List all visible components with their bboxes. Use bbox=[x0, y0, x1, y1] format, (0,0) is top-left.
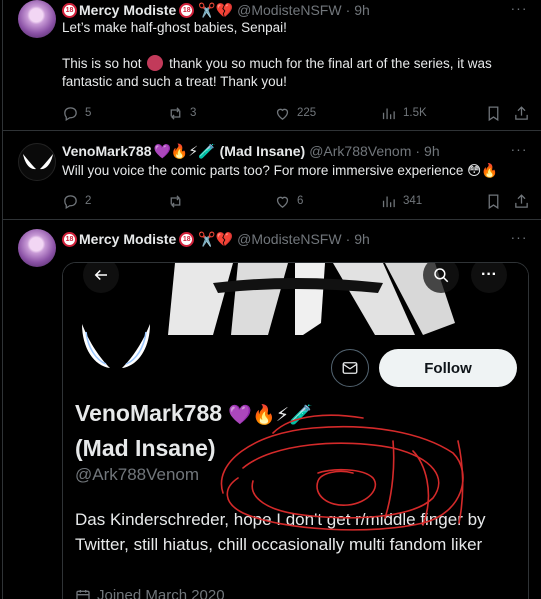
profile-bio: Das Kinderschreder, hope I don't get r/m… bbox=[75, 510, 486, 554]
like-count: 225 bbox=[297, 107, 317, 119]
repost-icon bbox=[170, 106, 181, 120]
hot-face-emoji-icon bbox=[147, 55, 164, 71]
like-button[interactable]: 225 bbox=[274, 102, 316, 124]
like-icon bbox=[276, 108, 289, 120]
share-icon bbox=[515, 105, 528, 120]
repost-count: 3 bbox=[190, 107, 197, 119]
bookmark-button[interactable] bbox=[485, 102, 502, 124]
mail-icon bbox=[342, 362, 358, 374]
display-name[interactable]: Mercy Modiste bbox=[79, 229, 176, 249]
handle[interactable]: @ModisteNSFW bbox=[237, 0, 341, 20]
back-arrow-icon bbox=[94, 269, 107, 281]
age-18-badge: 18 bbox=[62, 2, 77, 18]
bookmark-button[interactable] bbox=[485, 190, 502, 212]
name-emojis: ✂️💔 bbox=[198, 231, 234, 247]
more-icon[interactable]: ··· bbox=[510, 230, 528, 249]
bookmark-icon bbox=[488, 193, 499, 209]
view-count: 341 bbox=[403, 195, 423, 207]
age-18-badge: 18 bbox=[179, 2, 195, 18]
more-icon[interactable]: ··· bbox=[510, 142, 528, 161]
views-button[interactable]: 341 bbox=[380, 190, 422, 212]
views-icon bbox=[382, 196, 395, 207]
venom-eyes-icon bbox=[23, 154, 53, 170]
share-button[interactable] bbox=[513, 190, 530, 212]
share-icon bbox=[515, 193, 528, 208]
reply-count: 2 bbox=[85, 195, 92, 207]
reply-button[interactable]: 2 bbox=[62, 190, 91, 212]
post-header: VenoMark788 💜🔥⚡🧪 (Mad Insane) @Ark788Ven… bbox=[62, 141, 440, 161]
view-count: 1.5K bbox=[403, 107, 427, 119]
age-18-badge: 18 bbox=[62, 231, 77, 247]
avatar[interactable] bbox=[18, 0, 56, 38]
timeline: 18 Mercy Modiste 18 ✂️💔 @ModisteNSFW · 9… bbox=[2, 0, 541, 599]
post-text-line: This is so hot thank you so much for the… bbox=[62, 55, 532, 91]
timestamp[interactable]: 9h bbox=[354, 0, 370, 20]
avatar[interactable] bbox=[18, 229, 56, 267]
like-count: 6 bbox=[297, 195, 304, 207]
share-button[interactable] bbox=[513, 102, 530, 124]
handle[interactable]: @ModisteNSFW bbox=[237, 229, 341, 249]
display-name[interactable]: Mercy Modiste bbox=[79, 0, 176, 20]
post-mercy-1[interactable]: 18 Mercy Modiste 18 ✂️💔 @ModisteNSFW · 9… bbox=[3, 0, 541, 131]
post-header: 18 Mercy Modiste 18 ✂️💔 @ModisteNSFW · 9… bbox=[62, 229, 370, 249]
handle[interactable]: @Ark788Venom bbox=[309, 141, 411, 161]
post-actions: 5 3 225 1.5K bbox=[62, 102, 532, 124]
message-button[interactable] bbox=[331, 349, 369, 387]
display-name-suffix[interactable]: (Mad Insane) bbox=[220, 141, 306, 161]
post-text: Will you voice the comic parts too? For … bbox=[62, 162, 532, 180]
repost-button[interactable] bbox=[167, 190, 190, 212]
profile-name-text: VenoMark788 bbox=[75, 400, 223, 426]
reply-count: 5 bbox=[85, 107, 92, 119]
post-actions: 2 6 341 bbox=[62, 190, 532, 212]
calendar-icon bbox=[76, 589, 90, 599]
like-button[interactable]: 6 bbox=[274, 190, 303, 212]
name-emojis: ✂️💔 bbox=[198, 2, 234, 18]
name-emojis: 💜🔥⚡🧪 bbox=[153, 143, 216, 159]
post-venomark[interactable]: VenoMark788 💜🔥⚡🧪 (Mad Insane) @Ark788Ven… bbox=[3, 131, 541, 220]
separator-dot: · bbox=[345, 2, 351, 18]
post-text: Let’s make half-ghost babies, Senpai! Th… bbox=[62, 19, 532, 91]
profile-name-suffix: (Mad Insane) bbox=[75, 435, 216, 461]
separator-dot: · bbox=[345, 231, 351, 247]
age-18-badge: 18 bbox=[179, 231, 195, 247]
timestamp[interactable]: 9h bbox=[424, 141, 440, 161]
joined-date: Joined March 2020 bbox=[75, 587, 225, 599]
profile-name: VenoMark788 💜🔥⚡🧪 (Mad Insane) bbox=[75, 397, 515, 464]
joined-text: Joined March 2020 bbox=[97, 587, 225, 599]
more-icon: ··· bbox=[481, 266, 497, 283]
repost-button[interactable]: 3 bbox=[167, 102, 196, 124]
post-header: 18 Mercy Modiste 18 ✂️💔 @ModisteNSFW · 9… bbox=[62, 0, 370, 20]
post-text-span: Will you voice the comic parts too? For … bbox=[62, 163, 464, 178]
profile-avatar[interactable] bbox=[73, 311, 159, 397]
attached-image[interactable]: ··· Follow VenoMark788 💜🔥⚡🧪 (Mad Insane)… bbox=[62, 262, 529, 599]
post-text-span: This is so hot bbox=[62, 56, 142, 71]
follow-button[interactable]: Follow bbox=[379, 349, 517, 387]
like-icon bbox=[276, 196, 289, 208]
profile-name-emojis: 💜🔥⚡🧪 bbox=[228, 405, 313, 426]
post-text-line: Let’s make half-ghost babies, Senpai! bbox=[62, 20, 287, 35]
search-icon bbox=[434, 268, 449, 283]
more-icon[interactable]: ··· bbox=[510, 1, 528, 20]
avatar[interactable] bbox=[18, 143, 56, 181]
reply-button[interactable]: 5 bbox=[62, 102, 91, 124]
reply-icon bbox=[64, 106, 77, 121]
views-button[interactable]: 1.5K bbox=[380, 102, 427, 124]
venom-eyes-icon bbox=[82, 324, 150, 368]
reply-icon bbox=[64, 194, 77, 209]
profile-handle: @Ark788Venom bbox=[75, 465, 200, 484]
display-name[interactable]: VenoMark788 bbox=[62, 141, 152, 161]
bookmark-icon bbox=[488, 105, 499, 121]
separator-dot: · bbox=[415, 143, 421, 159]
timestamp[interactable]: 9h bbox=[354, 229, 370, 249]
post-text-emojis: 😳🔥 bbox=[467, 163, 499, 178]
views-icon bbox=[382, 108, 395, 119]
repost-icon bbox=[170, 194, 181, 208]
